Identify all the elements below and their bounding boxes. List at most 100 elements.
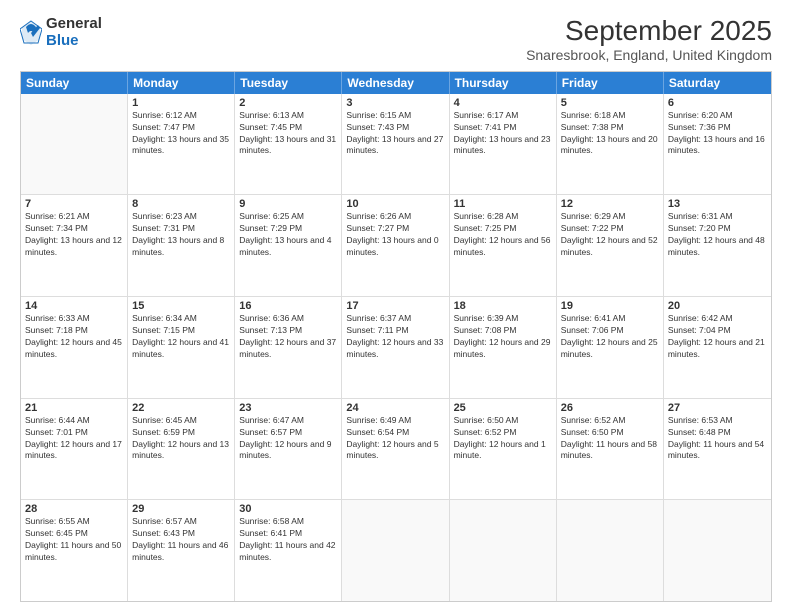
sunset-text: Sunset: 6:52 PM [454, 427, 552, 439]
sunset-text: Sunset: 7:29 PM [239, 223, 337, 235]
cal-cell-5-5 [450, 500, 557, 601]
cal-cell-1-1 [21, 94, 128, 195]
day-number: 14 [25, 300, 123, 312]
day-number: 29 [132, 503, 230, 515]
main-title: September 2025 [526, 16, 772, 47]
cal-cell-3-1: 14 Sunrise: 6:33 AM Sunset: 7:18 PM Dayl… [21, 297, 128, 398]
sunset-text: Sunset: 7:08 PM [454, 325, 552, 337]
sunset-text: Sunset: 7:38 PM [561, 122, 659, 134]
cal-cell-2-3: 9 Sunrise: 6:25 AM Sunset: 7:29 PM Dayli… [235, 195, 342, 296]
day-number: 22 [132, 402, 230, 414]
sunrise-text: Sunrise: 6:49 AM [346, 415, 444, 427]
day-number: 10 [346, 198, 444, 210]
sunset-text: Sunset: 7:11 PM [346, 325, 444, 337]
day-number: 25 [454, 402, 552, 414]
daylight-text: Daylight: 13 hours and 31 minutes. [239, 134, 337, 158]
sunrise-text: Sunrise: 6:53 AM [668, 415, 767, 427]
cal-cell-2-1: 7 Sunrise: 6:21 AM Sunset: 7:34 PM Dayli… [21, 195, 128, 296]
daylight-text: Daylight: 12 hours and 33 minutes. [346, 337, 444, 361]
sunrise-text: Sunrise: 6:23 AM [132, 211, 230, 223]
daylight-text: Daylight: 12 hours and 52 minutes. [561, 235, 659, 259]
calendar: Sunday Monday Tuesday Wednesday Thursday… [20, 71, 772, 602]
sunrise-text: Sunrise: 6:42 AM [668, 313, 767, 325]
cal-cell-3-4: 17 Sunrise: 6:37 AM Sunset: 7:11 PM Dayl… [342, 297, 449, 398]
day-number: 5 [561, 97, 659, 109]
calendar-header-row: Sunday Monday Tuesday Wednesday Thursday… [21, 72, 771, 94]
daylight-text: Daylight: 13 hours and 23 minutes. [454, 134, 552, 158]
cal-cell-1-2: 1 Sunrise: 6:12 AM Sunset: 7:47 PM Dayli… [128, 94, 235, 195]
sunset-text: Sunset: 6:59 PM [132, 427, 230, 439]
day-number: 13 [668, 198, 767, 210]
calendar-week-4: 21 Sunrise: 6:44 AM Sunset: 7:01 PM Dayl… [21, 399, 771, 501]
cal-cell-3-6: 19 Sunrise: 6:41 AM Sunset: 7:06 PM Dayl… [557, 297, 664, 398]
daylight-text: Daylight: 11 hours and 54 minutes. [668, 439, 767, 463]
cal-cell-1-7: 6 Sunrise: 6:20 AM Sunset: 7:36 PM Dayli… [664, 94, 771, 195]
day-number: 19 [561, 300, 659, 312]
sunset-text: Sunset: 7:43 PM [346, 122, 444, 134]
daylight-text: Daylight: 13 hours and 4 minutes. [239, 235, 337, 259]
daylight-text: Daylight: 11 hours and 42 minutes. [239, 540, 337, 564]
cal-cell-5-7 [664, 500, 771, 601]
header-friday: Friday [557, 72, 664, 94]
header: General Blue September 2025 Snaresbrook,… [20, 16, 772, 63]
day-number: 15 [132, 300, 230, 312]
sunset-text: Sunset: 6:57 PM [239, 427, 337, 439]
logo: General Blue [20, 16, 102, 49]
sunrise-text: Sunrise: 6:15 AM [346, 110, 444, 122]
calendar-week-3: 14 Sunrise: 6:33 AM Sunset: 7:18 PM Dayl… [21, 297, 771, 399]
sunset-text: Sunset: 7:22 PM [561, 223, 659, 235]
cal-cell-4-2: 22 Sunrise: 6:45 AM Sunset: 6:59 PM Dayl… [128, 399, 235, 500]
day-number: 7 [25, 198, 123, 210]
daylight-text: Daylight: 13 hours and 12 minutes. [25, 235, 123, 259]
header-monday: Monday [128, 72, 235, 94]
sunset-text: Sunset: 6:50 PM [561, 427, 659, 439]
sunrise-text: Sunrise: 6:45 AM [132, 415, 230, 427]
cal-cell-3-5: 18 Sunrise: 6:39 AM Sunset: 7:08 PM Dayl… [450, 297, 557, 398]
calendar-week-1: 1 Sunrise: 6:12 AM Sunset: 7:47 PM Dayli… [21, 94, 771, 196]
daylight-text: Daylight: 12 hours and 17 minutes. [25, 439, 123, 463]
daylight-text: Daylight: 12 hours and 25 minutes. [561, 337, 659, 361]
title-block: September 2025 Snaresbrook, England, Uni… [526, 16, 772, 63]
cal-cell-4-5: 25 Sunrise: 6:50 AM Sunset: 6:52 PM Dayl… [450, 399, 557, 500]
day-number: 4 [454, 97, 552, 109]
calendar-week-2: 7 Sunrise: 6:21 AM Sunset: 7:34 PM Dayli… [21, 195, 771, 297]
sunset-text: Sunset: 7:15 PM [132, 325, 230, 337]
daylight-text: Daylight: 13 hours and 0 minutes. [346, 235, 444, 259]
daylight-text: Daylight: 12 hours and 5 minutes. [346, 439, 444, 463]
cal-cell-1-4: 3 Sunrise: 6:15 AM Sunset: 7:43 PM Dayli… [342, 94, 449, 195]
daylight-text: Daylight: 12 hours and 56 minutes. [454, 235, 552, 259]
logo-icon [20, 19, 42, 47]
daylight-text: Daylight: 12 hours and 48 minutes. [668, 235, 767, 259]
page: General Blue September 2025 Snaresbrook,… [0, 0, 792, 612]
cal-cell-2-7: 13 Sunrise: 6:31 AM Sunset: 7:20 PM Dayl… [664, 195, 771, 296]
header-sunday: Sunday [21, 72, 128, 94]
daylight-text: Daylight: 12 hours and 1 minute. [454, 439, 552, 463]
sunset-text: Sunset: 7:18 PM [25, 325, 123, 337]
sunset-text: Sunset: 7:01 PM [25, 427, 123, 439]
day-number: 11 [454, 198, 552, 210]
sunrise-text: Sunrise: 6:50 AM [454, 415, 552, 427]
sunset-text: Sunset: 7:41 PM [454, 122, 552, 134]
sunset-text: Sunset: 7:36 PM [668, 122, 767, 134]
sunset-text: Sunset: 7:31 PM [132, 223, 230, 235]
header-wednesday: Wednesday [342, 72, 449, 94]
sunrise-text: Sunrise: 6:25 AM [239, 211, 337, 223]
sunrise-text: Sunrise: 6:57 AM [132, 516, 230, 528]
daylight-text: Daylight: 12 hours and 13 minutes. [132, 439, 230, 463]
sunset-text: Sunset: 7:45 PM [239, 122, 337, 134]
daylight-text: Daylight: 13 hours and 16 minutes. [668, 134, 767, 158]
sunrise-text: Sunrise: 6:39 AM [454, 313, 552, 325]
sunrise-text: Sunrise: 6:26 AM [346, 211, 444, 223]
day-number: 20 [668, 300, 767, 312]
sunrise-text: Sunrise: 6:37 AM [346, 313, 444, 325]
cal-cell-4-3: 23 Sunrise: 6:47 AM Sunset: 6:57 PM Dayl… [235, 399, 342, 500]
cal-cell-5-2: 29 Sunrise: 6:57 AM Sunset: 6:43 PM Dayl… [128, 500, 235, 601]
day-number: 3 [346, 97, 444, 109]
cal-cell-4-7: 27 Sunrise: 6:53 AM Sunset: 6:48 PM Dayl… [664, 399, 771, 500]
day-number: 8 [132, 198, 230, 210]
logo-blue-text: Blue [46, 33, 102, 50]
cal-cell-1-3: 2 Sunrise: 6:13 AM Sunset: 7:45 PM Dayli… [235, 94, 342, 195]
daylight-text: Daylight: 12 hours and 9 minutes. [239, 439, 337, 463]
sunrise-text: Sunrise: 6:17 AM [454, 110, 552, 122]
sunrise-text: Sunrise: 6:20 AM [668, 110, 767, 122]
